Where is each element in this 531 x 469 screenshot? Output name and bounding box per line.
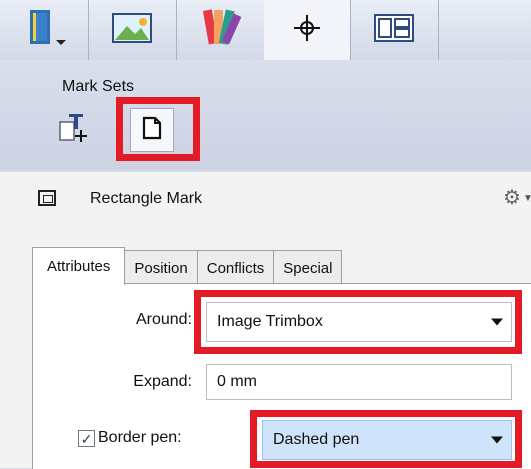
highlight-frame-border-pen: [250, 410, 522, 468]
border-pen-checkbox[interactable]: ✓: [78, 430, 95, 447]
top-toolbar: [0, 0, 531, 60]
text-mark-button[interactable]: [52, 107, 96, 151]
gear-icon[interactable]: ⚙: [503, 185, 521, 210]
expand-label: Expand:: [133, 373, 192, 390]
mark-title: Rectangle Mark: [90, 190, 203, 207]
mark-sets-title: Mark Sets: [62, 78, 135, 95]
tab-marks[interactable]: [264, 0, 351, 60]
rectangle-mark-icon: [38, 190, 56, 206]
highlight-frame-page-mark: [116, 97, 200, 161]
text-mark-icon: [57, 110, 91, 149]
tab-strip: Attributes Position Conflicts Special: [32, 247, 343, 285]
highlight-frame-around: [194, 290, 522, 354]
tab-conflicts[interactable]: Conflicts: [196, 250, 275, 285]
tab-book[interactable]: [0, 0, 89, 60]
book-icon: [16, 6, 72, 55]
tab-special[interactable]: Special: [273, 250, 343, 285]
chevron-down-icon[interactable]: ▼: [523, 193, 531, 204]
tab-layout[interactable]: [350, 0, 439, 60]
tab-attributes[interactable]: Attributes: [32, 247, 126, 285]
expand-input[interactable]: 0 mm: [206, 364, 512, 400]
tab-position[interactable]: Position: [124, 250, 198, 285]
image-icon: [107, 8, 157, 53]
color-swatch-icon: [198, 6, 242, 55]
around-label: Around:: [135, 311, 192, 328]
tab-color[interactable]: [176, 0, 265, 60]
tab-image[interactable]: [88, 0, 177, 60]
expand-value: 0 mm: [217, 373, 257, 390]
layout-icon: [371, 11, 417, 50]
crosshair-icon: [292, 13, 322, 48]
border-pen-label: Border pen:: [98, 429, 182, 446]
